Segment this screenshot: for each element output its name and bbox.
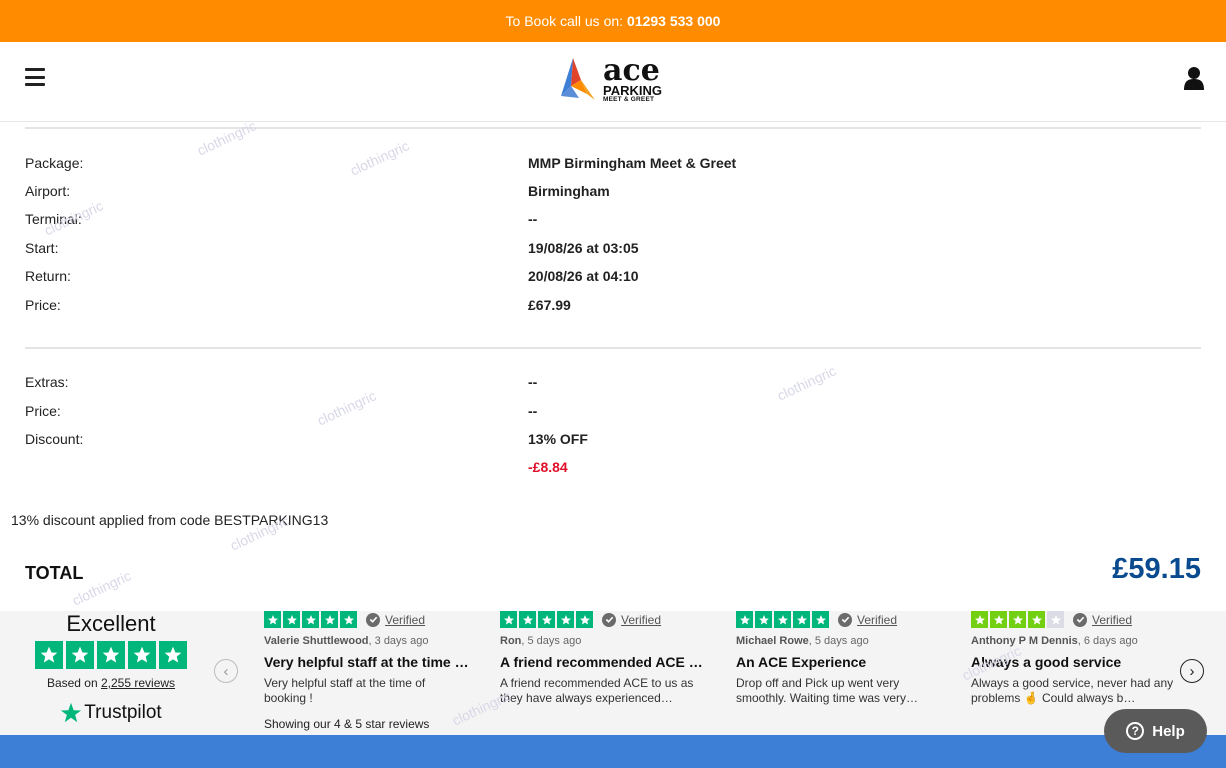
extras-price-label: Price:: [25, 403, 61, 419]
review-title: Always a good service: [971, 654, 1122, 670]
start-value: 19/08/26 at 03:05: [528, 240, 639, 256]
question-icon: ?: [1126, 722, 1145, 740]
footer-bar: [0, 735, 1226, 768]
user-account-icon[interactable]: [1184, 66, 1204, 90]
based-on-label: Based on: [46, 676, 98, 690]
discount-amount: -£8.84: [528, 459, 568, 475]
rating-word: Excellent: [66, 611, 156, 636]
review-title: A friend recommended ACE to us: [500, 654, 706, 670]
review-meta: Valerie Shuttlewood, 3 days ago: [264, 635, 429, 647]
review-meta: Anthony P M Dennis, 6 days ago: [971, 635, 1138, 647]
return-label: Return:: [25, 268, 71, 284]
star-icon: [35, 641, 63, 669]
extras-row: Extras: --: [25, 374, 1201, 394]
watermark: clothingric: [194, 117, 259, 159]
check-icon: [602, 612, 616, 627]
verified-badge[interactable]: Verified: [838, 612, 897, 627]
help-label: Help: [1152, 722, 1185, 740]
check-icon: [1073, 612, 1087, 627]
terminal-row: Terminal: --: [25, 211, 1201, 231]
showing-filter-note: Showing our 4 & 5 star reviews: [264, 717, 430, 731]
return-value: 20/08/26 at 04:10: [528, 268, 639, 284]
review-title: An ACE Experience: [736, 654, 867, 670]
extras-label: Extras:: [25, 374, 69, 390]
airport-value: Birmingham: [528, 183, 610, 199]
review-body: A friend recommended ACE to us as they h…: [500, 676, 694, 705]
discount-code-note: 13% discount applied from code BESTPARKI…: [11, 512, 329, 528]
total-value: £59.15: [1112, 553, 1201, 585]
price-row: Price: £67.99: [25, 297, 1201, 317]
verified-badge[interactable]: Verified: [1073, 612, 1132, 627]
discount-label: Discount:: [25, 431, 84, 447]
section-divider: [25, 347, 1201, 349]
review-meta: Michael Rowe, 5 days ago: [736, 635, 869, 647]
section-divider: [25, 127, 1201, 129]
return-row: Return: 20/08/26 at 04:10: [25, 268, 1201, 288]
terminal-value: --: [528, 211, 538, 227]
extras-value: --: [528, 374, 538, 390]
check-icon: [366, 612, 380, 627]
discount-amount-row: -£8.84: [25, 459, 1201, 479]
check-icon: [838, 612, 852, 627]
package-value: MMP Birmingham Meet & Greet: [528, 155, 737, 171]
airport-row: Airport: Birmingham: [25, 183, 1201, 203]
verified-badge[interactable]: Verified: [366, 612, 425, 627]
extras-price-row: Price: --: [25, 403, 1201, 423]
price-value: £67.99: [528, 297, 571, 313]
logo-line2: MEET & GREET: [603, 96, 655, 104]
banner-prefix: To Book call us on:: [505, 13, 624, 29]
logo-word: ace: [603, 53, 660, 89]
prev-review-button[interactable]: ‹: [214, 659, 238, 683]
review-body: Very helpful staff at the time of bookin…: [264, 676, 426, 705]
star-icon: [97, 641, 125, 669]
trustpilot-star-icon: [61, 702, 82, 723]
terminal-label: Terminal:: [25, 211, 82, 227]
airport-label: Airport:: [25, 183, 71, 199]
menu-icon[interactable]: [25, 68, 45, 86]
ace-parking-logo[interactable]: ace PARKING MEET & GREET: [557, 54, 669, 106]
trustpilot-summary: Excellent Based on 2,255 reviews Trustpi…: [30, 611, 192, 724]
extras-price-value: --: [528, 403, 538, 419]
next-review-button[interactable]: ›: [1180, 659, 1204, 683]
verified-badge[interactable]: Verified: [602, 612, 661, 627]
review-title: Very helpful staff at the time of bookin…: [264, 654, 470, 670]
price-label: Price:: [25, 297, 61, 313]
site-header: ace PARKING MEET & GREET: [0, 42, 1226, 122]
package-row: Package: MMP Birmingham Meet & Greet: [25, 155, 1201, 175]
banner-phone-number[interactable]: 01293 533 000: [627, 13, 720, 29]
review-card[interactable]: Verified Ron, 5 days ago A friend recomm…: [500, 611, 706, 706]
booking-phone-banner: To Book call us on: 01293 533 000: [0, 0, 1226, 42]
start-row: Start: 19/08/26 at 03:05: [25, 240, 1201, 260]
review-meta: Ron, 5 days ago: [500, 635, 582, 647]
review-card[interactable]: Verified Michael Rowe, 5 days ago An ACE…: [736, 611, 942, 706]
chevron-right-icon: ›: [1189, 662, 1195, 680]
star-icon: [159, 641, 187, 669]
total-label: TOTAL: [25, 563, 84, 583]
reviews-count-link[interactable]: 2,255 reviews: [101, 676, 175, 690]
logo-mark-icon: [561, 58, 595, 100]
star-icon: [128, 641, 156, 669]
review-body: Always a good service, never had any pro…: [971, 676, 1174, 705]
trustpilot-brand: Trustpilot: [84, 702, 162, 723]
based-on-text: Based on 2,255 reviews: [30, 676, 192, 690]
star-icon: [66, 641, 94, 669]
review-card[interactable]: Verified Anthony P M Dennis, 6 days ago …: [971, 611, 1177, 706]
rating-stars: [30, 641, 192, 669]
discount-row: Discount: 13% OFF: [25, 431, 1201, 451]
help-button[interactable]: ? Help: [1104, 709, 1207, 753]
review-body: Drop off and Pick up went very smoothly.…: [736, 676, 919, 705]
chevron-left-icon: ‹: [223, 662, 229, 680]
trustpilot-logo[interactable]: Trustpilot: [30, 702, 192, 724]
package-label: Package:: [25, 155, 84, 171]
start-label: Start:: [25, 240, 59, 256]
review-card[interactable]: Verified Valerie Shuttlewood, 3 days ago…: [264, 611, 470, 706]
trustpilot-widget: Excellent Based on 2,255 reviews Trustpi…: [0, 611, 1226, 735]
discount-value: 13% OFF: [528, 431, 588, 447]
